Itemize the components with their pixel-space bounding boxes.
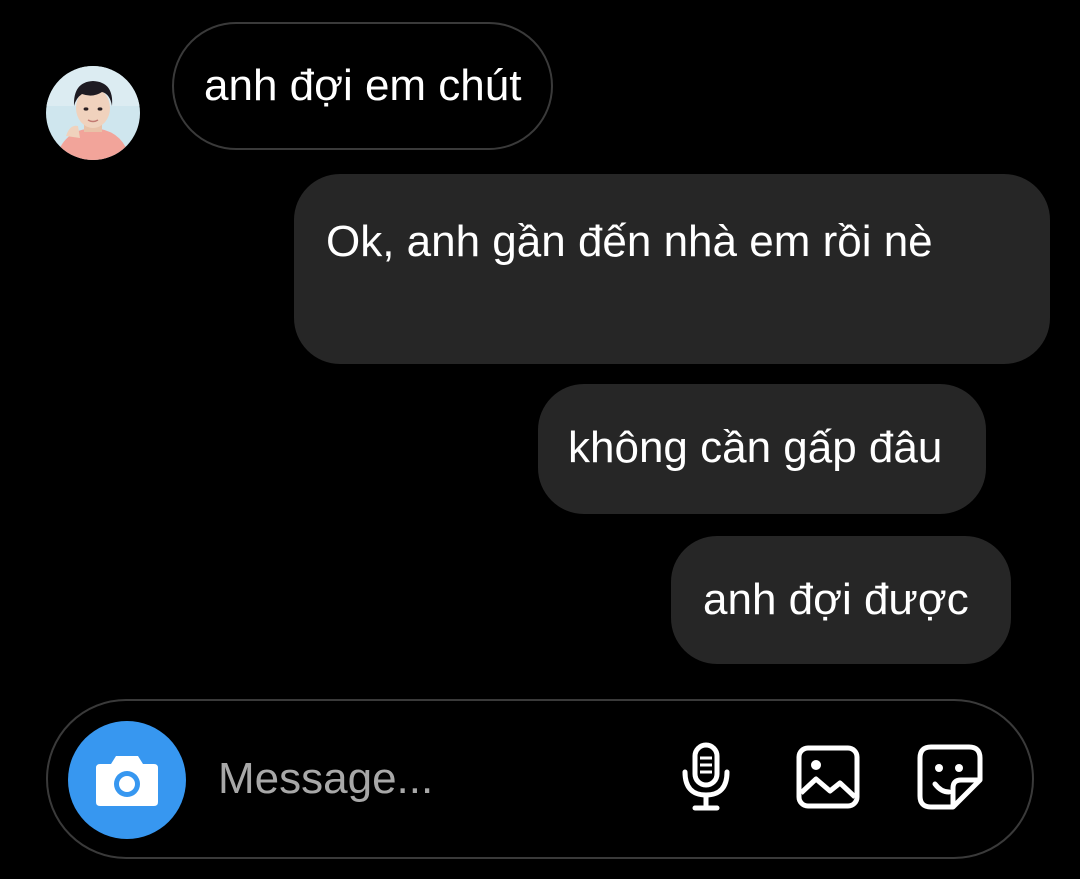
camera-button[interactable]	[68, 721, 186, 839]
camera-icon	[96, 756, 158, 806]
outgoing-message[interactable]: Ok, anh gần đến nhà em rồi nè	[294, 174, 1050, 364]
message-input[interactable]	[218, 749, 638, 809]
incoming-message[interactable]: anh đợi em chút	[172, 22, 554, 150]
message-text: anh đợi được	[703, 575, 969, 624]
message-text: Ok, anh gần đến nhà em rồi nè	[326, 217, 933, 266]
message-text: không cần gấp đâu	[568, 423, 943, 472]
microphone-icon	[682, 742, 730, 811]
microphone-button[interactable]	[670, 741, 742, 813]
chat-screen: anh đợi em chút Ok, anh gần đến nhà em r…	[0, 0, 1080, 879]
message-composer	[46, 699, 1034, 859]
image-gallery-icon	[796, 745, 860, 809]
message-text: anh đợi em chút	[204, 61, 522, 110]
outgoing-message[interactable]: không cần gấp đâu	[538, 384, 987, 514]
outgoing-message[interactable]: anh đợi được	[671, 536, 1011, 664]
contact-avatar[interactable]	[46, 66, 140, 160]
sticker-button[interactable]	[914, 741, 986, 813]
avatar-image	[46, 66, 140, 160]
gallery-button[interactable]	[792, 741, 864, 813]
sticker-icon	[917, 744, 983, 810]
